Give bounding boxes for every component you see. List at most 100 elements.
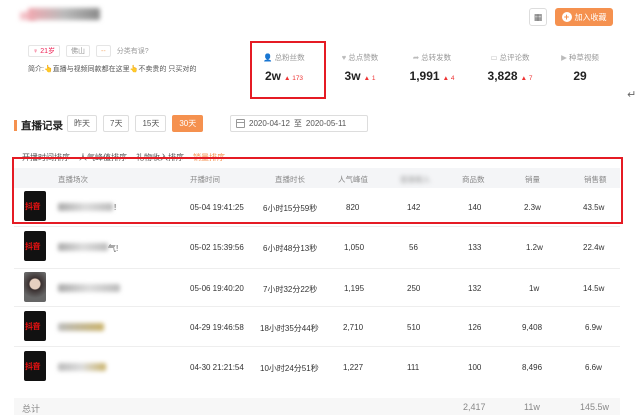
category-report-link[interactable]: 分类有误?: [117, 46, 149, 56]
stat-value: 1,991: [409, 69, 440, 83]
cell-goods: 100: [468, 363, 482, 372]
cell-sales: 8,496: [522, 363, 543, 372]
add-favorite-label: 加入收藏: [574, 12, 607, 22]
qr-icon: ▦: [533, 11, 543, 22]
session-name-blurred: [58, 363, 106, 371]
stat-delta-value: 7: [528, 75, 533, 82]
grass-icon: ▶: [561, 53, 567, 62]
row-divider: [14, 268, 620, 269]
intro-text: 直播与视频同款都在这里: [52, 66, 130, 73]
thumb-logo: 抖音: [25, 322, 41, 331]
stat-value: 3w: [344, 69, 361, 83]
row-divider: [14, 226, 620, 227]
cell-start-time: 05-06 19:40:20: [190, 284, 244, 293]
date-end: 2020-05-11: [305, 119, 347, 128]
session-name-blurred: [58, 284, 120, 292]
cell-income: 56: [409, 243, 418, 252]
cell-duration: 18小时35分44秒: [260, 324, 319, 333]
cell-sales: 9,408: [522, 323, 543, 332]
stat-grass-videos: ▶ 种草视频 29: [545, 42, 615, 83]
plus-icon: +: [561, 12, 572, 22]
live-thumbnail[interactable]: [24, 272, 46, 302]
city-tag: 佛山: [66, 45, 91, 57]
intro-tail: 不卖贵的 只买对的: [138, 66, 197, 73]
cell-sales: 1.2w: [526, 243, 543, 252]
row-divider: [14, 346, 620, 347]
point-icon: 👆: [43, 66, 53, 73]
account-name-blurred: [28, 8, 100, 20]
cell-start-time: 05-02 15:39:56: [190, 243, 244, 252]
city-tag-label: 佛山: [71, 48, 86, 55]
cell-sales: 1w: [529, 284, 540, 293]
thumb-logo: 抖音: [25, 362, 41, 371]
age-tag: ♀ 21岁: [28, 45, 61, 57]
add-favorite-button[interactable]: + 加入收藏: [555, 8, 613, 26]
total-revenue: 145.5w: [580, 402, 610, 412]
stat-label: 种草视频: [568, 53, 599, 62]
cell-peak: 1,050: [344, 243, 365, 252]
stat-delta-value: 4: [450, 75, 455, 82]
qr-code-button[interactable]: ▦: [529, 8, 547, 26]
total-sales: 11w: [524, 402, 540, 412]
range-15-days[interactable]: 15天: [135, 115, 167, 132]
comment-icon: ▭: [490, 53, 498, 62]
date-separator: 至: [293, 119, 302, 128]
range-30-days[interactable]: 30天: [172, 115, 204, 132]
cell-goods: 126: [468, 323, 482, 332]
cell-income: 111: [407, 363, 420, 372]
profile-tags: ♀ 21岁 佛山 -- 分类有误?: [28, 45, 149, 57]
stat-comments: ▭ 总评论数 3,828 ▲ 7: [475, 42, 545, 83]
stat-label: 总评论数: [499, 53, 530, 62]
cell-revenue: 6.9w: [585, 323, 602, 332]
cell-income: 250: [407, 284, 421, 293]
cell-duration: 7小时32分22秒: [263, 285, 318, 294]
cell-duration: 6小时48分13秒: [263, 244, 318, 253]
cell-peak: 1,195: [344, 284, 365, 293]
cell-revenue: 14.5w: [583, 284, 605, 293]
total-label: 总计: [22, 404, 41, 414]
stat-label: 总点赞数: [348, 53, 379, 62]
range-7-days[interactable]: 7天: [103, 115, 130, 132]
row-divider: [14, 306, 620, 307]
top-row-highlight-box: [12, 157, 623, 224]
stat-delta: ▲ 1: [363, 75, 376, 82]
person-icon: ♀: [33, 47, 39, 55]
stat-value: 29: [573, 69, 587, 83]
date-start: 2020-04-12: [249, 119, 290, 128]
calendar-icon: [236, 119, 245, 128]
session-name-tail: 气!: [108, 244, 119, 253]
cell-start-time: 04-30 21:21:54: [190, 363, 244, 372]
date-range-picker[interactable]: 2020-04-12 至 2020-05-11: [230, 115, 368, 132]
live-thumbnail[interactable]: 抖音: [24, 231, 46, 261]
stat-likes: ♥ 总点赞数 3w ▲ 1: [325, 42, 395, 83]
heart-icon: ♥: [341, 53, 347, 62]
stat-delta-value: 1: [371, 75, 376, 82]
live-thumbnail[interactable]: 抖音: [24, 351, 46, 381]
total-goods: 2,417: [463, 402, 486, 412]
live-thumbnail[interactable]: 抖音: [24, 311, 46, 341]
cell-duration: 10小时24分51秒: [260, 364, 319, 373]
range-selector: 昨天 7天 15天 30天: [67, 115, 204, 132]
extra-tag: --: [96, 45, 111, 57]
cell-revenue: 22.4w: [583, 243, 605, 252]
extra-tag-label: --: [101, 47, 106, 55]
session-name-blurred: [58, 243, 108, 251]
profile-intro: 简介:👆直播与视频同款都在这里👆不卖贵的 只买对的: [28, 64, 196, 74]
stat-shares: ➦ 总转发数 1,991 ▲ 4: [397, 42, 467, 83]
section-title-text: 直播记录: [21, 120, 63, 132]
section-accent-bar: [14, 120, 17, 131]
cell-peak: 2,710: [343, 323, 364, 332]
stat-label: 总转发数: [421, 53, 452, 62]
return-icon: ↵: [627, 89, 637, 101]
stat-delta: ▲ 7: [520, 75, 533, 82]
section-title: 直播记录: [14, 118, 63, 133]
session-name-blurred: [58, 323, 104, 331]
age-tag-label: 21岁: [40, 48, 56, 55]
cell-income: 510: [407, 323, 421, 332]
intro-label: 简介:: [28, 66, 44, 73]
thumb-logo: 抖音: [25, 242, 41, 251]
share-icon: ➦: [412, 53, 420, 62]
range-yesterday[interactable]: 昨天: [67, 115, 97, 132]
cell-revenue: 6.6w: [585, 363, 602, 372]
cell-peak: 1,227: [343, 363, 364, 372]
